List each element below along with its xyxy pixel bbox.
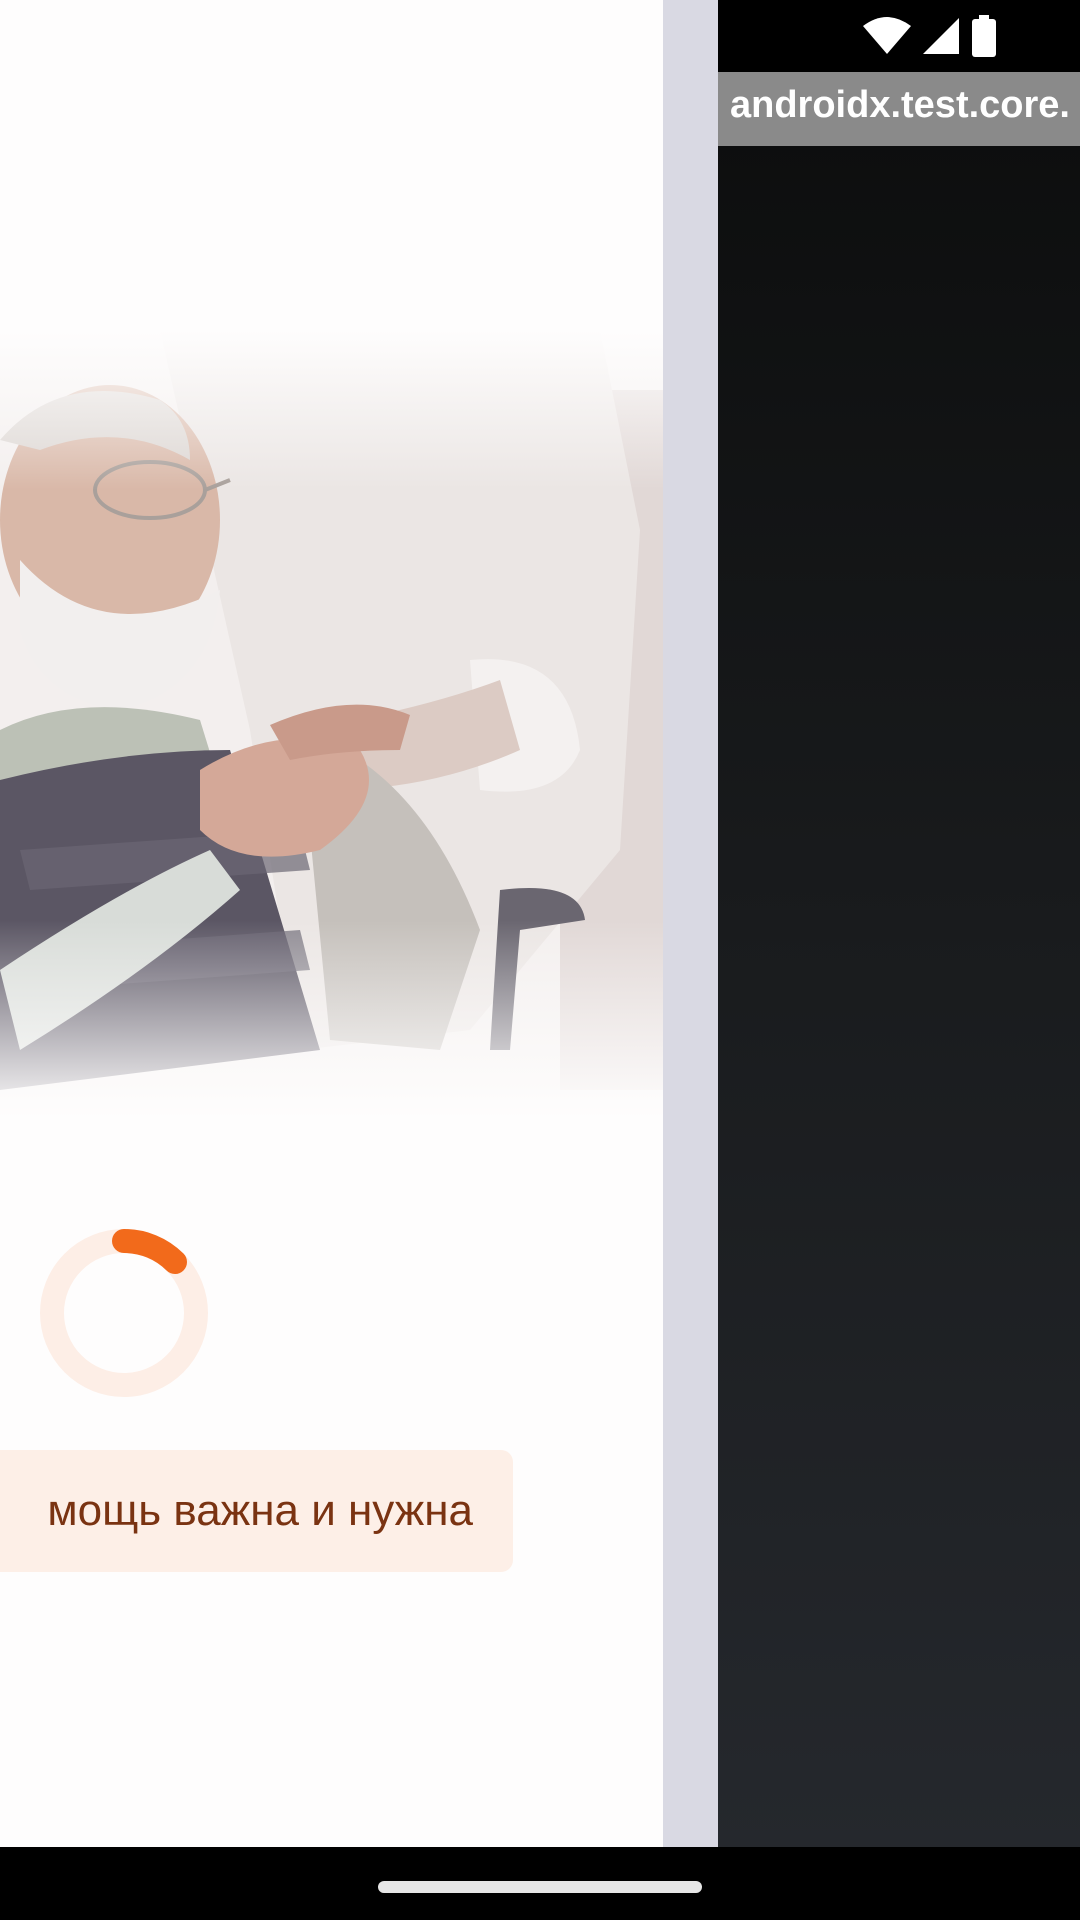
navigation-bar [0, 1847, 1080, 1920]
status-bar [718, 0, 1080, 72]
message-chip: мощь важна и нужна [0, 1450, 513, 1572]
photo-fade-top [0, 330, 663, 490]
cell-signal-icon [923, 18, 959, 54]
app-title: androidx.test.core. [730, 84, 1070, 126]
loading-spinner [40, 1228, 208, 1397]
home-gesture-handle[interactable] [378, 1881, 702, 1893]
photo-fade-bottom [0, 920, 663, 1120]
status-icons [863, 15, 997, 57]
wifi-icon [863, 17, 911, 54]
hero-photo [0, 330, 663, 1120]
battery-icon [972, 15, 996, 57]
right-app-window: androidx.test.core. [718, 0, 1080, 1847]
split-screen-divider[interactable] [663, 0, 718, 1920]
app-title-bar: androidx.test.core. [718, 72, 1080, 146]
message-text: мощь важна и нужна [47, 1486, 473, 1535]
left-app-window: мощь важна и нужна [0, 0, 663, 1847]
